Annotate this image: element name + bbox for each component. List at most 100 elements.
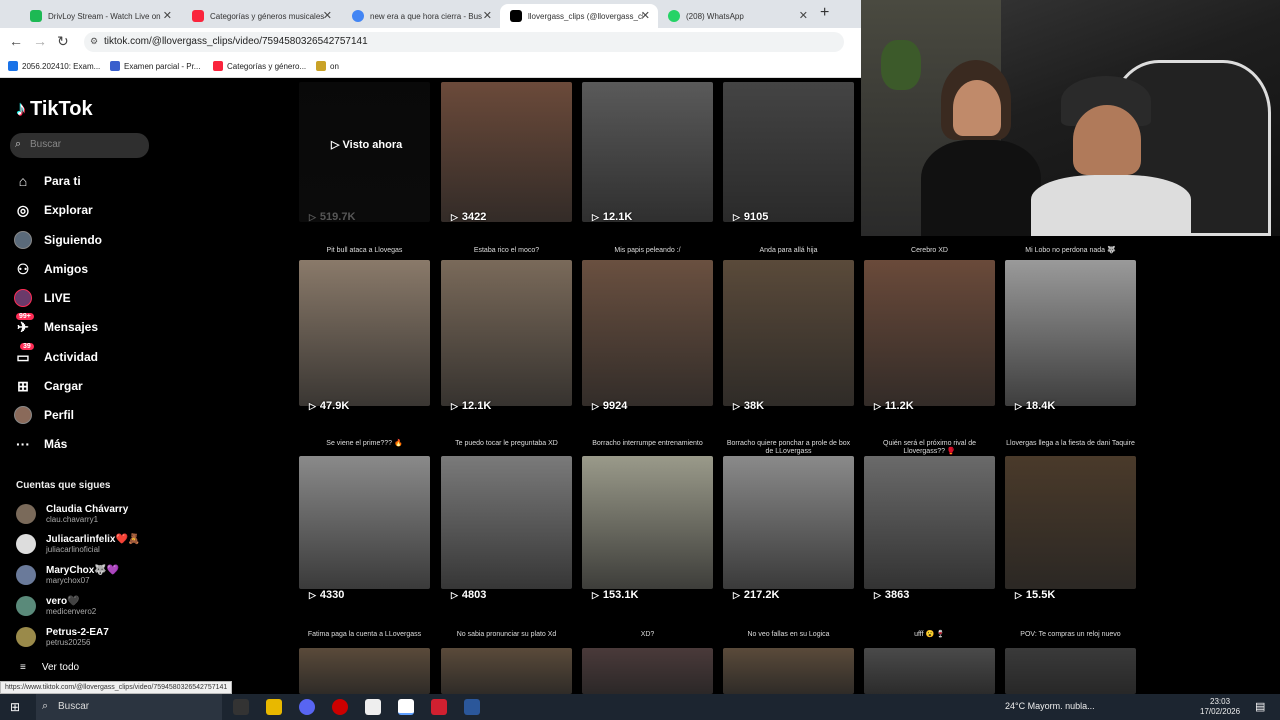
nav-label: Siguiendo	[44, 233, 102, 247]
reload-icon[interactable]: ↻	[57, 33, 69, 50]
browser-tab[interactable]: Categorías y géneros musicales ✕	[182, 4, 340, 28]
video-caption: POV: Te compras un reloj nuevo	[1020, 631, 1121, 638]
video-thumbnail[interactable]	[723, 260, 854, 406]
nav-item-live[interactable]: LIVE	[14, 286, 71, 310]
browser-taskbar-icon[interactable]	[398, 699, 414, 715]
weather-text: 24°C Mayorm. nubla...	[1005, 701, 1095, 711]
video-thumbnail[interactable]	[582, 82, 713, 222]
nav-item-mas[interactable]: ··· Más	[14, 432, 67, 456]
video-thumbnail[interactable]	[723, 648, 854, 694]
see-all-label: Ver todo	[41, 662, 80, 673]
video-thumbnail[interactable]	[864, 648, 995, 694]
video-thumbnail[interactable]	[582, 260, 713, 406]
browser-tab[interactable]: new era a que hora cierra - Bus ✕	[342, 4, 500, 28]
view-count: ▷ 519.7K	[309, 211, 355, 223]
search-input[interactable]: ⌕ Buscar	[10, 133, 149, 158]
close-tab-icon[interactable]: ✕	[483, 9, 492, 22]
video-thumbnail[interactable]	[582, 648, 713, 694]
browser-tab[interactable]: DrivLoy Stream - Watch Live on ✕	[20, 4, 180, 28]
account-name: Petrus-2-EA7	[46, 627, 109, 638]
bookmark[interactable]: Categorías y género...	[213, 61, 306, 71]
play-icon: ▷	[1015, 400, 1022, 411]
nav-item-explorar[interactable]: ◎ Explorar	[14, 198, 93, 222]
followed-account[interactable]: Claudia Chávarry clau.chavarry1	[16, 504, 128, 524]
live-icon	[14, 289, 32, 307]
taskbar-search[interactable]: ⌕ Buscar	[36, 694, 222, 720]
view-count: ▷ 3863	[874, 589, 909, 601]
nav-label: Amigos	[44, 262, 89, 276]
file-explorer-icon[interactable]	[266, 699, 282, 715]
video-thumbnail[interactable]	[441, 260, 572, 406]
bookmark-label: on	[330, 61, 339, 71]
tiktok-logo[interactable]: ♪ TikTok	[16, 98, 93, 121]
back-icon[interactable]: ←	[9, 33, 23, 49]
video-caption: Te puedo tocar le preguntaba XD	[455, 440, 558, 447]
video-thumbnail[interactable]	[299, 456, 430, 589]
bookmark[interactable]: 2056.202410: Exam...	[8, 61, 100, 71]
play-icon: ▷	[451, 589, 458, 600]
view-count-value: 519.7K	[319, 211, 356, 223]
video-thumbnail[interactable]	[723, 456, 854, 589]
word-icon[interactable]	[464, 699, 480, 715]
followed-account[interactable]: Petrus-2-EA7 petrus20256	[16, 627, 109, 647]
followed-account[interactable]: vero🖤 medicenvero2	[16, 596, 96, 616]
video-thumbnail[interactable]	[441, 648, 572, 694]
notification-icon[interactable]: ▤	[1255, 700, 1265, 713]
webcam-overlay	[861, 0, 1280, 236]
search-icon: ⌕	[42, 700, 49, 712]
forward-icon[interactable]: →	[33, 33, 47, 49]
site-info-icon[interactable]: ⚙	[90, 36, 98, 47]
nav-item-cargar[interactable]: ⊞ Cargar	[14, 374, 83, 398]
system-clock[interactable]: 23:03 17/02/2026	[1200, 697, 1240, 717]
bookmark[interactable]: Examen parcial - Pr...	[110, 61, 200, 71]
followed-account[interactable]: MaryChox🐺💜 marychox07	[16, 565, 119, 585]
url-field[interactable]: ⚙ tiktok.com/@llovergass_clips/video/759…	[84, 32, 844, 52]
video-caption: No sabia pronunciar su plato Xd	[456, 631, 557, 638]
view-count-value: 18.4K	[1025, 400, 1056, 412]
followed-account[interactable]: Juliacarlinfelix❤️🧸 juliacarlinoficial	[16, 534, 140, 554]
video-thumbnail[interactable]	[441, 82, 572, 222]
discord-icon[interactable]	[299, 699, 315, 715]
video-thumbnail[interactable]	[1005, 260, 1136, 406]
nav-item-para-ti[interactable]: ⌂ Para ti	[14, 169, 81, 193]
task-view-icon[interactable]	[233, 699, 249, 715]
video-thumbnail[interactable]	[864, 260, 995, 406]
avatar	[16, 596, 36, 616]
nav-item-mensajes[interactable]: ✈ 99+ Mensajes	[14, 312, 98, 339]
play-icon: ▷	[733, 400, 740, 411]
video-thumbnail[interactable]	[582, 456, 713, 589]
app-icon[interactable]	[332, 699, 348, 715]
close-tab-icon[interactable]: ✕	[323, 9, 332, 22]
nav-item-amigos[interactable]: ⚇ Amigos	[14, 257, 88, 281]
video-thumbnail[interactable]	[299, 82, 430, 222]
new-tab-icon[interactable]: +	[820, 4, 829, 22]
windows-start-icon[interactable]: ⊞	[10, 700, 20, 714]
browser-tab[interactable]: (208) WhatsApp ✕	[658, 4, 816, 28]
video-thumbnail[interactable]	[299, 260, 430, 406]
tab-title: Categorías y géneros musicales	[210, 11, 325, 21]
view-count: ▷ 12.1K	[592, 211, 632, 223]
close-tab-icon[interactable]: ✕	[163, 9, 172, 22]
view-count: ▷ 38K	[733, 400, 764, 412]
see-all-link[interactable]: ≡ Ver todo	[20, 662, 79, 673]
nav-item-actividad[interactable]: ▭ 39 Actividad	[14, 342, 98, 369]
nav-item-siguiendo[interactable]: Siguiendo	[14, 228, 102, 252]
video-thumbnail[interactable]	[864, 456, 995, 589]
close-tab-icon[interactable]: ✕	[641, 9, 650, 22]
video-thumbnail[interactable]	[441, 456, 572, 589]
close-tab-icon[interactable]: ✕	[799, 9, 808, 22]
browser-tab-active[interactable]: llovergass_clips (@llovergass_cl ✕	[500, 4, 658, 28]
video-caption: ufff 😮 🍷	[914, 631, 945, 638]
video-thumbnail[interactable]	[723, 82, 854, 222]
video-thumbnail[interactable]	[299, 648, 430, 694]
video-thumbnail[interactable]	[1005, 648, 1136, 694]
app-icon[interactable]	[431, 699, 447, 715]
nav-item-perfil[interactable]: Perfil	[14, 403, 74, 427]
app-icon[interactable]	[365, 699, 381, 715]
video-thumbnail[interactable]	[1005, 456, 1136, 589]
account-handle: clau.chavarry1	[46, 515, 99, 524]
bookmark-label: Examen parcial - Pr...	[124, 61, 201, 71]
video-caption: Mi Lobo no perdona nada 🐺	[1025, 247, 1116, 254]
bookmark[interactable]: on	[316, 61, 339, 71]
weather-widget[interactable]: 24°C Mayorm. nubla...	[1005, 701, 1095, 711]
